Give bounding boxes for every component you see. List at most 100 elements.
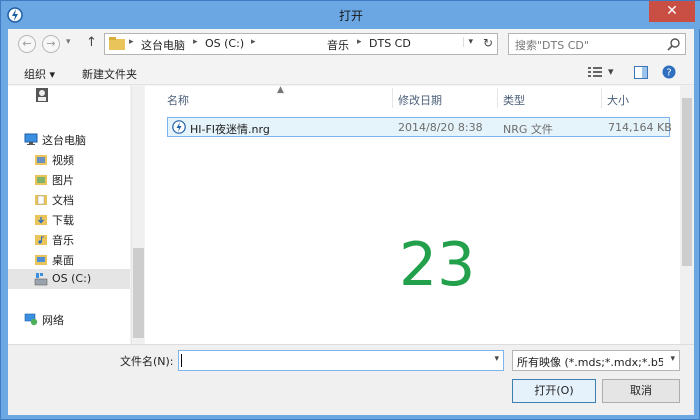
file-type: NRG 文件: [503, 123, 553, 136]
command-bar: 组织 ▾ 新建文件夹 ▾ ?: [8, 61, 694, 85]
dialog-footer: 文件名(N): ▾ 所有映像 (*.mds;*.mdx;*.b5t;* ▾ 打开…: [8, 344, 694, 415]
folder-icon: [35, 235, 47, 245]
network-icon: [24, 313, 38, 326]
organize-menu[interactable]: 组织 ▾: [24, 66, 55, 82]
breadcrumb-music[interactable]: 音乐: [327, 37, 349, 53]
filename-history-dropdown[interactable]: ▾: [494, 354, 499, 364]
file-row[interactable]: HI-FI夜迷情.nrg 2014/8/20 8:38 NRG 文件 714,1…: [167, 117, 672, 137]
breadcrumb-separator: ▸: [251, 37, 256, 47]
drive-icon: [34, 273, 48, 286]
chevron-down-icon: ▾: [49, 68, 56, 81]
search-icon: [667, 38, 680, 51]
close-icon: ✕: [666, 3, 678, 19]
chevron-down-icon: ▾: [670, 354, 675, 364]
address-row: ← → ▾ ↑ ▸ 这台电脑 ▸ OS (C:) ▸ 音乐 ▸ DTS CD ▾…: [8, 29, 694, 59]
overlay-number: 23: [399, 230, 476, 300]
sidebar-item-desktop[interactable]: 桌面: [8, 249, 130, 269]
open-dialog: 打开 ✕ ← → ▾ ↑ ▸ 这台电脑 ▸ OS (C:) ▸ 音乐 ▸ DTS…: [0, 0, 700, 420]
forward-button[interactable]: →: [42, 35, 60, 53]
view-dropdown[interactable]: ▾: [608, 65, 614, 78]
file-type-filter-select[interactable]: 所有映像 (*.mds;*.mdx;*.b5t;* ▾: [512, 350, 680, 371]
sidebar-item-pictures[interactable]: 图片: [8, 169, 130, 189]
nrg-file-icon: [172, 120, 186, 134]
sidebar-item-label: 这台电脑: [42, 134, 86, 147]
column-divider[interactable]: [601, 88, 602, 108]
back-arrow-icon: ←: [22, 37, 32, 50]
column-header-type[interactable]: 类型: [503, 86, 525, 110]
folder-icon: [35, 195, 47, 205]
search-placeholder: 搜索"DTS CD": [515, 39, 589, 52]
new-folder-button[interactable]: 新建文件夹: [82, 66, 137, 82]
navigation-pane: 这台电脑 视频 图片 文档 下载 音乐 桌面 OS (C:) 网络: [8, 86, 130, 344]
sidebar-item-label: 文档: [52, 194, 74, 207]
forward-arrow-icon: →: [46, 37, 56, 50]
chevron-down-icon: ▾: [494, 354, 499, 364]
computer-icon: [24, 133, 38, 145]
chevron-down-icon: ▾: [468, 37, 473, 47]
svg-text:?: ?: [666, 68, 671, 79]
column-divider[interactable]: [497, 88, 498, 108]
breadcrumb-this-pc[interactable]: 这台电脑: [141, 37, 185, 53]
preview-pane-button[interactable]: [634, 65, 648, 79]
open-button[interactable]: 打开(O): [512, 379, 596, 403]
sidebar-item-label: 图片: [52, 174, 74, 187]
column-header-modified[interactable]: 修改日期: [398, 86, 442, 110]
view-options-button[interactable]: [588, 65, 602, 78]
file-size: 714,164 KB: [608, 121, 672, 134]
sidebar-item-label: 音乐: [52, 234, 74, 247]
chevron-down-icon: ▾: [608, 65, 614, 78]
help-button[interactable]: ?: [662, 65, 676, 79]
file-list-scrollbar[interactable]: [680, 86, 694, 344]
back-button[interactable]: ←: [18, 35, 36, 53]
refresh-icon: ↻: [482, 36, 493, 50]
chevron-down-icon: ▾: [66, 37, 71, 47]
sidebar-item-label: 网络: [42, 314, 64, 327]
sort-ascending-icon: ▲: [277, 85, 284, 95]
close-button[interactable]: ✕: [649, 1, 695, 22]
column-header-name[interactable]: 名称: [167, 86, 189, 110]
address-history-dropdown[interactable]: ▾: [463, 37, 473, 47]
cancel-button[interactable]: 取消: [602, 379, 680, 403]
breadcrumb-dts-cd[interactable]: DTS CD: [369, 37, 411, 50]
user-icon: [36, 88, 48, 102]
sidebar-item-documents[interactable]: 文档: [8, 189, 130, 209]
file-modified: 2014/8/20 8:38: [398, 121, 483, 134]
title-bar: 打开 ✕: [1, 1, 700, 29]
file-list-pane: ▲ 名称 修改日期 类型 大小 HI-FI夜迷情.nrg 2014/8/20 8…: [145, 85, 680, 344]
breadcrumb-separator: ▸: [193, 37, 198, 47]
sidebar-item-label: 下载: [52, 214, 74, 227]
breadcrumb-separator: ▸: [357, 37, 362, 47]
dialog-client: ← → ▾ ↑ ▸ 这台电脑 ▸ OS (C:) ▸ 音乐 ▸ DTS CD ▾…: [8, 29, 694, 415]
search-input[interactable]: 搜索"DTS CD": [508, 33, 686, 55]
filename-input[interactable]: ▾: [178, 350, 504, 371]
folder-icon: [35, 215, 47, 225]
folder-icon: [35, 255, 47, 265]
recent-locations-dropdown[interactable]: ▾: [66, 37, 71, 47]
window-title: 打开: [338, 9, 363, 23]
breadcrumb-os-c[interactable]: OS (C:): [205, 37, 244, 50]
sidebar-item-os-c[interactable]: OS (C:): [8, 269, 130, 289]
refresh-button[interactable]: ↻: [483, 36, 493, 50]
sidebar-item-videos[interactable]: 视频: [8, 149, 130, 169]
sidebar-item-music[interactable]: 音乐: [8, 229, 130, 249]
file-name: HI-FI夜迷情.nrg: [190, 123, 270, 136]
sidebar-item-network[interactable]: 网络: [8, 309, 130, 329]
organize-label: 组织: [24, 68, 46, 81]
sidebar-item-label: 桌面: [52, 254, 74, 267]
sidebar-item-label: 视频: [52, 154, 74, 167]
sidebar-item-this-pc[interactable]: 这台电脑: [8, 129, 130, 149]
column-header-size[interactable]: 大小: [607, 86, 629, 110]
column-divider[interactable]: [392, 88, 393, 108]
text-caret: [181, 354, 182, 367]
filename-label: 文件名(N):: [120, 355, 174, 368]
scrollbar-thumb[interactable]: [682, 98, 692, 266]
sidebar-item-downloads[interactable]: 下载: [8, 209, 130, 229]
address-bar[interactable]: ▸ 这台电脑 ▸ OS (C:) ▸ 音乐 ▸ DTS CD ▾ ↻: [104, 33, 498, 55]
help-icon: ?: [662, 65, 676, 79]
view-list-icon: [588, 67, 602, 77]
up-button[interactable]: ↑: [86, 35, 97, 50]
preview-pane-icon: [634, 65, 648, 79]
folder-icon: [35, 175, 47, 185]
scrollbar-thumb[interactable]: [133, 248, 144, 338]
navigation-scrollbar[interactable]: [131, 86, 144, 344]
